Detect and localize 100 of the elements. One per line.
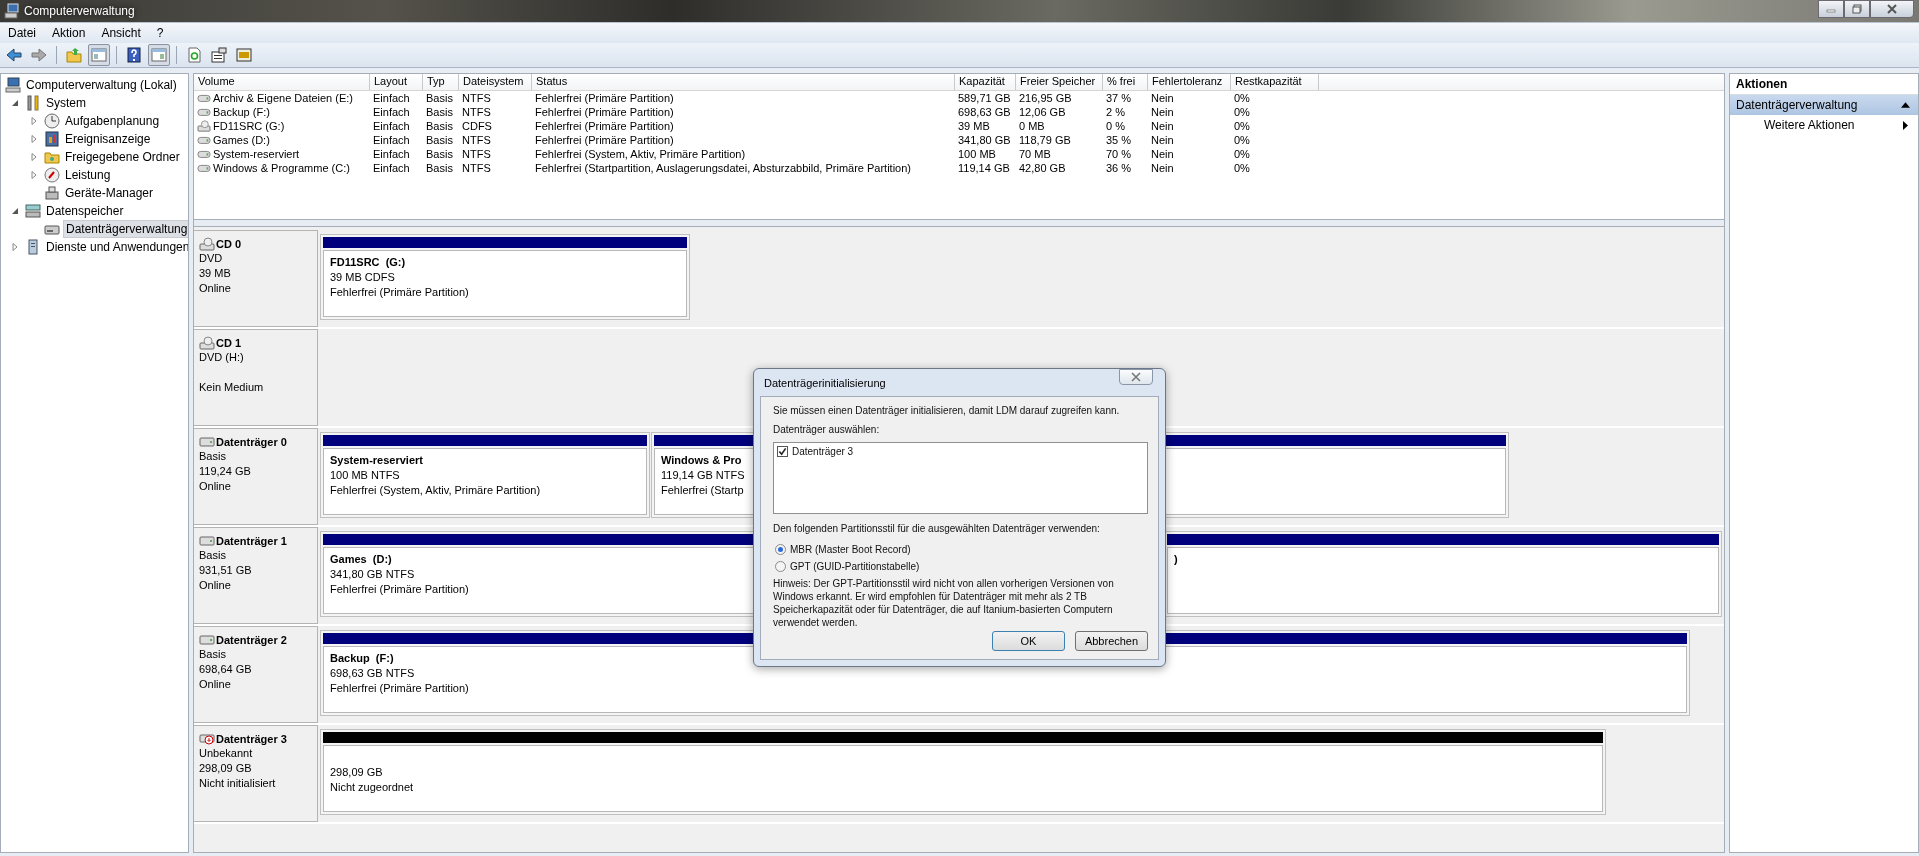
partition-name: System-reserviert [330,453,423,468]
table-cell: FD11SRC (G:) [213,120,285,132]
table-cell: Fehlerfrei (Primäre Partition) [535,120,674,132]
window-title: Computerverwaltung [24,4,135,18]
table-cell: NTFS [462,134,491,146]
disk-type: Basis [199,548,227,563]
partition-name: Backup (F:) [330,651,394,666]
dialog-title: Datenträgerinitialisierung [764,376,886,389]
partition-name: ) [1174,552,1178,567]
disk-name: CD 0 [216,238,242,250]
table-cell: 0% [1234,148,1250,160]
table-cell: Nein [1151,120,1174,132]
table-cell: NTFS [462,162,491,174]
table-cell: 0 % [1106,120,1125,132]
partition-size: 698,63 GB NTFS [330,666,415,681]
table-cell: 119,14 GB [958,162,1010,174]
disk-size: 39 MB [199,266,232,281]
partition-status: Fehlerfrei (Primäre Partition) [330,582,469,597]
partition-size: 341,80 GB NTFS [330,567,415,582]
table-cell: 2 % [1106,106,1125,118]
table-cell: 698,63 GB [958,106,1011,118]
table-cell: 0% [1234,134,1250,146]
table-cell: 118,79 GB [1019,134,1071,146]
table-cell: 12,06 GB [1019,106,1066,118]
disk-status: Nicht initialisiert [199,776,277,791]
table-cell: Basis [426,120,453,132]
disk-name: Datenträger 3 [216,733,287,745]
table-cell: Archiv & Eigene Dateien (E:) [213,92,353,104]
table-cell: Einfach [373,92,410,104]
partition-status: Fehlerfrei (System, Aktiv, Primäre Partition) [330,483,541,498]
table-cell: Nein [1151,148,1174,160]
table-cell: 341,80 GB [958,134,1011,146]
table-cell: 37 % [1106,92,1132,104]
partition-status: Fehlerfrei (Primäre Partition) [330,285,469,300]
intro-text: Sie müssen einen Datenträger initialisieren, damit LDM darauf zugreifen kann. [773,404,1121,417]
table-cell: Einfach [373,148,410,160]
table-cell: Games (D:) [213,134,270,146]
table-cell: Basis [426,106,453,118]
table-cell: 0% [1234,106,1250,118]
table-cell: Fehlerfrei (Primäre Partition) [535,106,674,118]
table-cell: 0% [1234,120,1250,132]
table-cell: CDFS [462,120,492,132]
disk-name: Datenträger 1 [216,535,287,547]
table-cell: 39 MB [958,120,990,132]
disk-name: Datenträger 2 [216,634,287,646]
table-cell: NTFS [462,148,491,160]
disk-status: Kein Medium [199,380,265,395]
table-cell: Fehlerfrei (Startpartition, Auslagerungsdatei, Absturzabbild, Primäre Partition) [535,162,911,174]
table-cell: 42,80 GB [1019,162,1066,174]
partition-status: Nicht zugeordnet [330,780,414,795]
table-cell: Einfach [373,106,410,118]
table-cell: Einfach [373,120,410,132]
disk-type: Unbekannt [199,746,254,761]
partition-size: 39 MB CDFS [330,270,395,285]
partition-name: FD11SRC (G:) [330,255,406,270]
table-cell: Basis [426,148,453,160]
table-cell: 36 % [1106,162,1132,174]
table-cell: Nein [1151,92,1174,104]
table-cell: 35 % [1106,134,1132,146]
table-cell: Backup (F:) [213,106,270,118]
table-cell: 216,95 GB [1019,92,1072,104]
disk-status: Online [199,281,232,296]
table-cell: Fehlerfrei (Primäre Partition) [535,92,674,104]
disk-status: Online [199,578,232,593]
table-cell: Nein [1151,162,1174,174]
partition-size: 100 MB NTFS [330,468,400,483]
table-cell: Fehlerfrei (Primäre Partition) [535,134,674,146]
disk-size: 931,51 GB [199,563,253,578]
table-cell: Nein [1151,134,1174,146]
table-cell: NTFS [462,92,491,104]
disk-status: Online [199,479,232,494]
disk-size: 298,09 GB [199,761,253,776]
disk-size: 119,24 GB [199,464,252,479]
partition-name: Windows & Pro [661,453,742,468]
table-cell: Nein [1151,106,1174,118]
table-cell: 0% [1234,162,1250,174]
table-cell: Einfach [373,162,410,174]
disk-type: DVD (H:) [199,350,245,365]
table-cell: Basis [426,162,453,174]
table-cell: Basis [426,92,453,104]
table-cell: 0% [1234,92,1250,104]
table-cell: System-reserviert [213,148,300,160]
disk-name: Datenträger 0 [216,436,287,448]
table-cell: 70 MB [1019,148,1051,160]
table-cell: Basis [426,134,453,146]
partition-name: Games (D:) [330,552,392,567]
partition-size: 298,09 GB [330,765,383,780]
disk-type: Basis [199,647,227,662]
table-cell: 0 MB [1019,120,1045,132]
table-cell: 589,71 GB [958,92,1011,104]
table-cell: NTFS [462,106,491,118]
disk-size: 698,64 GB [199,662,253,677]
disk-type: DVD [199,251,224,266]
disk-type: Basis [199,449,227,464]
partition-size: 119,14 GB NTFS [661,468,745,483]
table-cell: 100 MB [958,148,996,160]
partition-status: Fehlerfrei (Startp [661,483,744,498]
disk-status: Online [199,677,232,692]
table-cell: Windows & Programme (C:) [213,162,350,174]
section-title: Datenträgerverwaltung [1736,98,1858,112]
